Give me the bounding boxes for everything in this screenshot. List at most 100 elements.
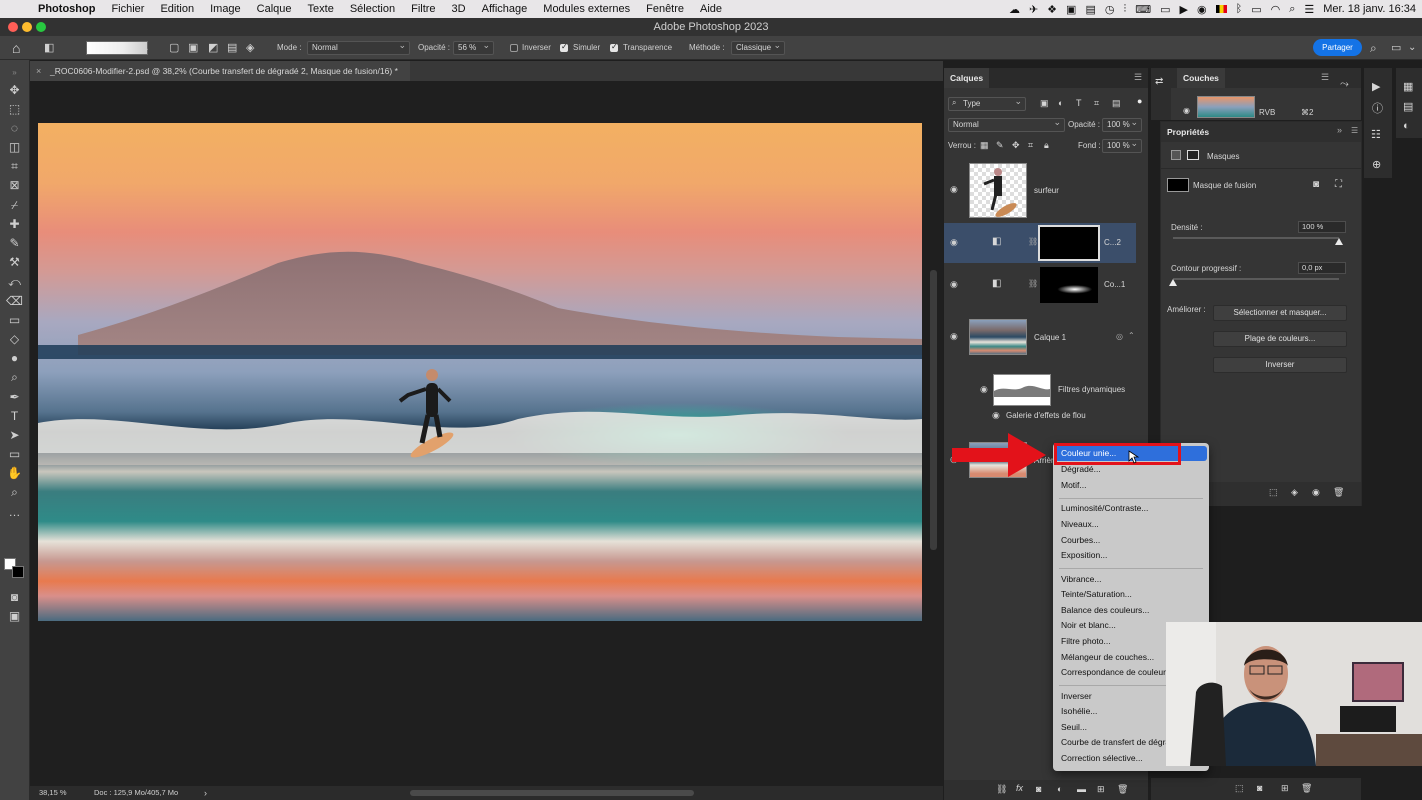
eraser-tool-icon[interactable]: ⌫ (6, 293, 23, 310)
trash-icon[interactable]: 🗑︎ (1333, 487, 1344, 498)
channels-side-icon[interactable]: ⇄ (1155, 76, 1163, 87)
zoom-tool-icon[interactable]: ⌕ (6, 369, 23, 386)
pixel-filter-icon[interactable]: ▣ (1040, 98, 1049, 109)
save-channel-icon[interactable]: ◙ (1257, 783, 1262, 793)
layer-row-smart-filters[interactable]: ◉ Filtres dynamiques (944, 371, 1136, 407)
link-layers-icon[interactable]: ⛓ (996, 784, 1007, 795)
dodge-tool-icon[interactable]: ● (6, 350, 23, 367)
brush-tool-icon[interactable]: ✎ (6, 235, 23, 252)
apply-mask-icon[interactable]: ◈ (1291, 487, 1298, 498)
swatches-icon[interactable]: ▦ (1403, 80, 1413, 93)
adjustment-layer-icon[interactable]: ◐ (1057, 784, 1062, 794)
menu-item-exposition[interactable]: Exposition... (1055, 548, 1207, 563)
density-slider-knob[interactable] (1335, 238, 1343, 245)
type-tool-icon[interactable]: T (6, 408, 23, 425)
layer-filter-select[interactable]: Type (948, 95, 1026, 111)
workspace-icon[interactable]: ▭ (1391, 36, 1401, 60)
properties-icon[interactable]: ☷ (1371, 128, 1381, 141)
mask-icon[interactable] (1187, 150, 1199, 160)
eye-icon[interactable]: ◉ (950, 237, 958, 248)
layer-row-calque-1[interactable]: ◉ Calque 1 ◎ ⌃ (944, 315, 1136, 359)
eye-icon[interactable]: ◉ (992, 410, 1000, 421)
method-select[interactable]: Classique (731, 39, 785, 55)
color-range-button[interactable]: Plage de couleurs... (1213, 331, 1347, 347)
layer-mask-thumbnail[interactable] (1038, 225, 1100, 261)
path-icon[interactable]: ⤳ (1340, 78, 1349, 91)
menu-item-teinte-saturation[interactable]: Teinte/Saturation... (1055, 587, 1207, 602)
gradient-preview[interactable] (86, 41, 148, 55)
dropbox-icon[interactable]: ❖ (1047, 3, 1057, 16)
feather-field[interactable]: 0,0 px (1298, 262, 1346, 274)
minimize-window-button[interactable] (22, 22, 32, 32)
density-field[interactable]: 100 % (1298, 221, 1346, 233)
feather-slider-knob[interactable] (1169, 279, 1177, 286)
menu-fenetre[interactable]: Fenêtre (638, 3, 692, 15)
display-icon[interactable]: ▭ (1160, 3, 1170, 16)
reflected-gradient-icon[interactable]: ▤ (227, 36, 237, 60)
panel-menu-icon[interactable]: ☰ (1134, 72, 1142, 83)
radial-gradient-icon[interactable]: ▣ (188, 36, 198, 60)
chevron-right-icon[interactable]: › (204, 786, 207, 800)
menu-item-motif[interactable]: Motif... (1055, 478, 1207, 493)
lasso-tool-icon[interactable]: ◌ (6, 120, 23, 137)
tab-couches[interactable]: Couches (1177, 68, 1225, 88)
move-tool-icon[interactable]: ✥ (6, 82, 23, 99)
screen-record-icon[interactable]: ▣ (1066, 3, 1076, 16)
menu-item-luminosite-contraste[interactable]: Luminosité/Contraste... (1055, 501, 1207, 516)
layer-mask-thumbnail[interactable] (1040, 267, 1098, 303)
sliders-icon[interactable]: ⫶ (1123, 3, 1126, 16)
gradients-icon[interactable]: ▤ (1403, 100, 1413, 113)
lock-transparency-icon[interactable]: ▦ (980, 140, 989, 151)
zoom-readout[interactable]: 38,15 % (39, 786, 67, 800)
stamp-tool-icon[interactable]: ⚒ (6, 254, 23, 271)
menu-fichier[interactable]: Fichier (103, 3, 152, 15)
crop-tool-icon[interactable]: ⌗ (6, 158, 23, 175)
flag-icon[interactable] (1215, 5, 1227, 13)
eyedropper-tool-icon[interactable]: ⌿ (6, 197, 23, 214)
fill-field[interactable]: 100 % (1102, 137, 1142, 153)
menu-calque[interactable]: Calque (249, 3, 300, 15)
play-icon[interactable]: ▶ (1180, 3, 1188, 16)
layer-opacity-field[interactable]: 100 % (1102, 116, 1142, 132)
more-tools-icon[interactable]: … (6, 504, 23, 521)
chevron-down-icon[interactable]: ⌄ (1408, 36, 1416, 60)
shape-tool-icon[interactable]: ▭ (6, 446, 23, 463)
menu-app-photoshop[interactable]: Photoshop (30, 3, 103, 15)
close-tab-icon[interactable]: × (36, 61, 41, 81)
layer-row-gradient-map-2[interactable]: ◉ ◧ ⛓ C...2 (944, 223, 1136, 263)
new-layer-icon[interactable]: ⊞ (1097, 784, 1105, 795)
zoom-tool-icon[interactable]: ⌕ (6, 484, 23, 501)
quick-mask-icon[interactable]: ◙ (6, 589, 23, 606)
tab-calques[interactable]: Calques (944, 68, 990, 88)
vector-mask-icon[interactable]: ⛶ (1335, 179, 1342, 190)
hand-tool-icon[interactable]: ✋ (6, 465, 23, 482)
gradient-tool-icon[interactable]: ▭ (6, 312, 23, 329)
zoom-window-button[interactable] (36, 22, 46, 32)
select-and-mask-button[interactable]: Sélectionner et masquer... (1213, 305, 1347, 321)
trash-icon[interactable]: 🗑︎ (1117, 784, 1128, 795)
search-icon[interactable]: ⌕ (1289, 3, 1295, 16)
healing-brush-tool-icon[interactable]: ✚ (6, 216, 23, 233)
menu-item-courbes[interactable]: Courbes... (1055, 533, 1207, 548)
simulate-checkbox[interactable] (560, 42, 568, 52)
search-icon[interactable]: ⌕ (1370, 36, 1377, 60)
bluetooth-icon[interactable]: ᛒ (1236, 3, 1243, 15)
control-center-icon[interactable]: ☰ (1304, 3, 1314, 16)
menu-aide[interactable]: Aide (692, 3, 730, 15)
select-mask-icon[interactable]: ◙ (1313, 179, 1319, 190)
podcast-icon[interactable]: ◉ (1197, 3, 1207, 16)
menu-item-balance-couleurs[interactable]: Balance des couleurs... (1055, 603, 1207, 618)
blend-mode-select[interactable]: Normal (948, 116, 1065, 132)
canvas-vertical-scrollbar[interactable] (930, 270, 937, 550)
layer-row-surfeur[interactable]: ◉ surfeur (944, 160, 1136, 220)
object-selection-tool-icon[interactable]: ◫ (6, 139, 23, 156)
load-selection-icon[interactable]: ⬚ (1269, 487, 1278, 498)
canvas-horizontal-scrollbar[interactable] (410, 790, 694, 796)
eye-icon[interactable]: ◉ (1183, 106, 1190, 115)
eye-icon[interactable]: ◉ (950, 279, 958, 290)
keyboard-icon[interactable]: ⌨ (1135, 3, 1151, 16)
history-brush-tool-icon[interactable]: ⤺ (6, 274, 23, 291)
reverse-checkbox[interactable] (510, 44, 518, 52)
chevron-down-icon[interactable]: ⌄ (142, 36, 150, 60)
opacity-field[interactable]: 56 % (453, 39, 494, 55)
